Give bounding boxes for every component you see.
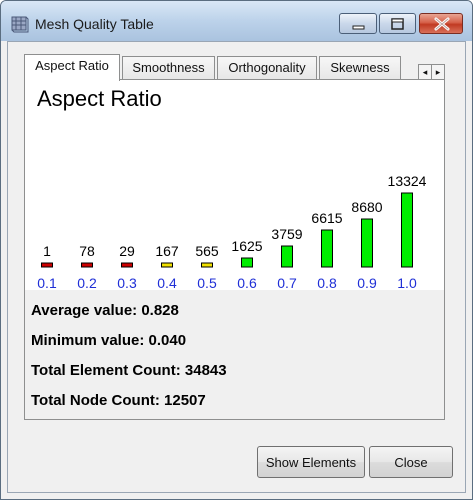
mesh-quality-window: Mesh Quality Table Aspect Ratio Smoothne… <box>0 0 473 500</box>
show-elements-button[interactable]: Show Elements <box>257 446 365 478</box>
histogram-bar <box>161 262 173 268</box>
bar-value-label: 8680 <box>351 199 382 215</box>
tab-scroll-left-button[interactable]: ◂ <box>418 64 432 80</box>
bar-value-label: 78 <box>79 243 95 259</box>
tab-scroll-right-button[interactable]: ▸ <box>431 64 445 80</box>
bar-value-label: 167 <box>155 243 179 259</box>
dialog-body: Aspect Ratio Smoothness Orthogonality Sk… <box>7 41 466 493</box>
category-label: 0.6 <box>237 275 257 290</box>
histogram-bar <box>281 245 293 268</box>
close-button[interactable]: Close <box>369 446 453 478</box>
mesh-grid-icon <box>11 16 29 33</box>
bar-value-label: 565 <box>195 243 219 259</box>
histogram-chart: 1 0.1 78 0.2 29 0.3 167 0.4 565 0.5 1625 0.6 3759 0.7… <box>37 173 427 290</box>
minimize-icon <box>352 25 365 30</box>
tab-aspect-ratio[interactable]: Aspect Ratio <box>24 54 120 81</box>
category-label: 0.1 <box>37 275 57 290</box>
bar-value-label: 3759 <box>271 226 302 242</box>
bar-value-label: 29 <box>119 243 135 259</box>
close-window-button[interactable] <box>419 13 463 34</box>
category-label: 0.2 <box>77 275 97 290</box>
category-label: 0.5 <box>197 275 217 290</box>
minimize-button[interactable] <box>339 13 377 34</box>
aspect-ratio-panel: Aspect Ratio 1 0.1 78 0.2 29 0.3 167 0.4 565 0.5 1… <box>24 79 445 420</box>
category-label: 0.9 <box>357 275 377 290</box>
close-icon <box>434 17 450 31</box>
average-value: Average value: 0.828 <box>31 302 179 319</box>
histogram-bar <box>81 262 93 268</box>
histogram-bar <box>401 192 413 268</box>
histogram-bar <box>361 218 373 268</box>
histogram-bar <box>321 229 333 268</box>
category-label: 0.4 <box>157 275 177 290</box>
histogram-bar <box>241 257 253 268</box>
histogram-bar <box>201 262 213 268</box>
histogram-bar <box>41 262 53 268</box>
bar-value-label: 13324 <box>388 173 427 189</box>
arrow-left-icon: ◂ <box>422 67 428 77</box>
maximize-icon <box>391 18 404 30</box>
histogram-area: Aspect Ratio 1 0.1 78 0.2 29 0.3 167 0.4 565 0.5 1… <box>25 80 444 290</box>
total-node-count: Total Node Count: 12507 <box>31 392 206 409</box>
minimum-value: Minimum value: 0.040 <box>31 332 187 349</box>
tab-orthogonality[interactable]: Orthogonality <box>217 56 317 80</box>
category-label: 1.0 <box>397 275 417 290</box>
tab-skewness[interactable]: Skewness <box>319 56 401 80</box>
tab-smoothness[interactable]: Smoothness <box>122 56 215 80</box>
bar-value-label: 1625 <box>231 238 262 254</box>
bar-value-label: 6615 <box>311 210 342 226</box>
category-label: 0.3 <box>117 275 137 290</box>
arrow-right-icon: ▸ <box>435 67 441 77</box>
title-bar[interactable]: Mesh Quality Table <box>1 1 472 41</box>
maximize-button[interactable] <box>379 13 416 34</box>
tab-strip: Aspect Ratio Smoothness Orthogonality Sk… <box>24 54 454 81</box>
bar-value-label: 1 <box>43 243 51 259</box>
histogram-bar <box>121 262 133 268</box>
category-label: 0.7 <box>277 275 297 290</box>
category-label: 0.8 <box>317 275 337 290</box>
window-title: Mesh Quality Table <box>35 16 154 32</box>
total-element-count: Total Element Count: 34843 <box>31 362 227 379</box>
